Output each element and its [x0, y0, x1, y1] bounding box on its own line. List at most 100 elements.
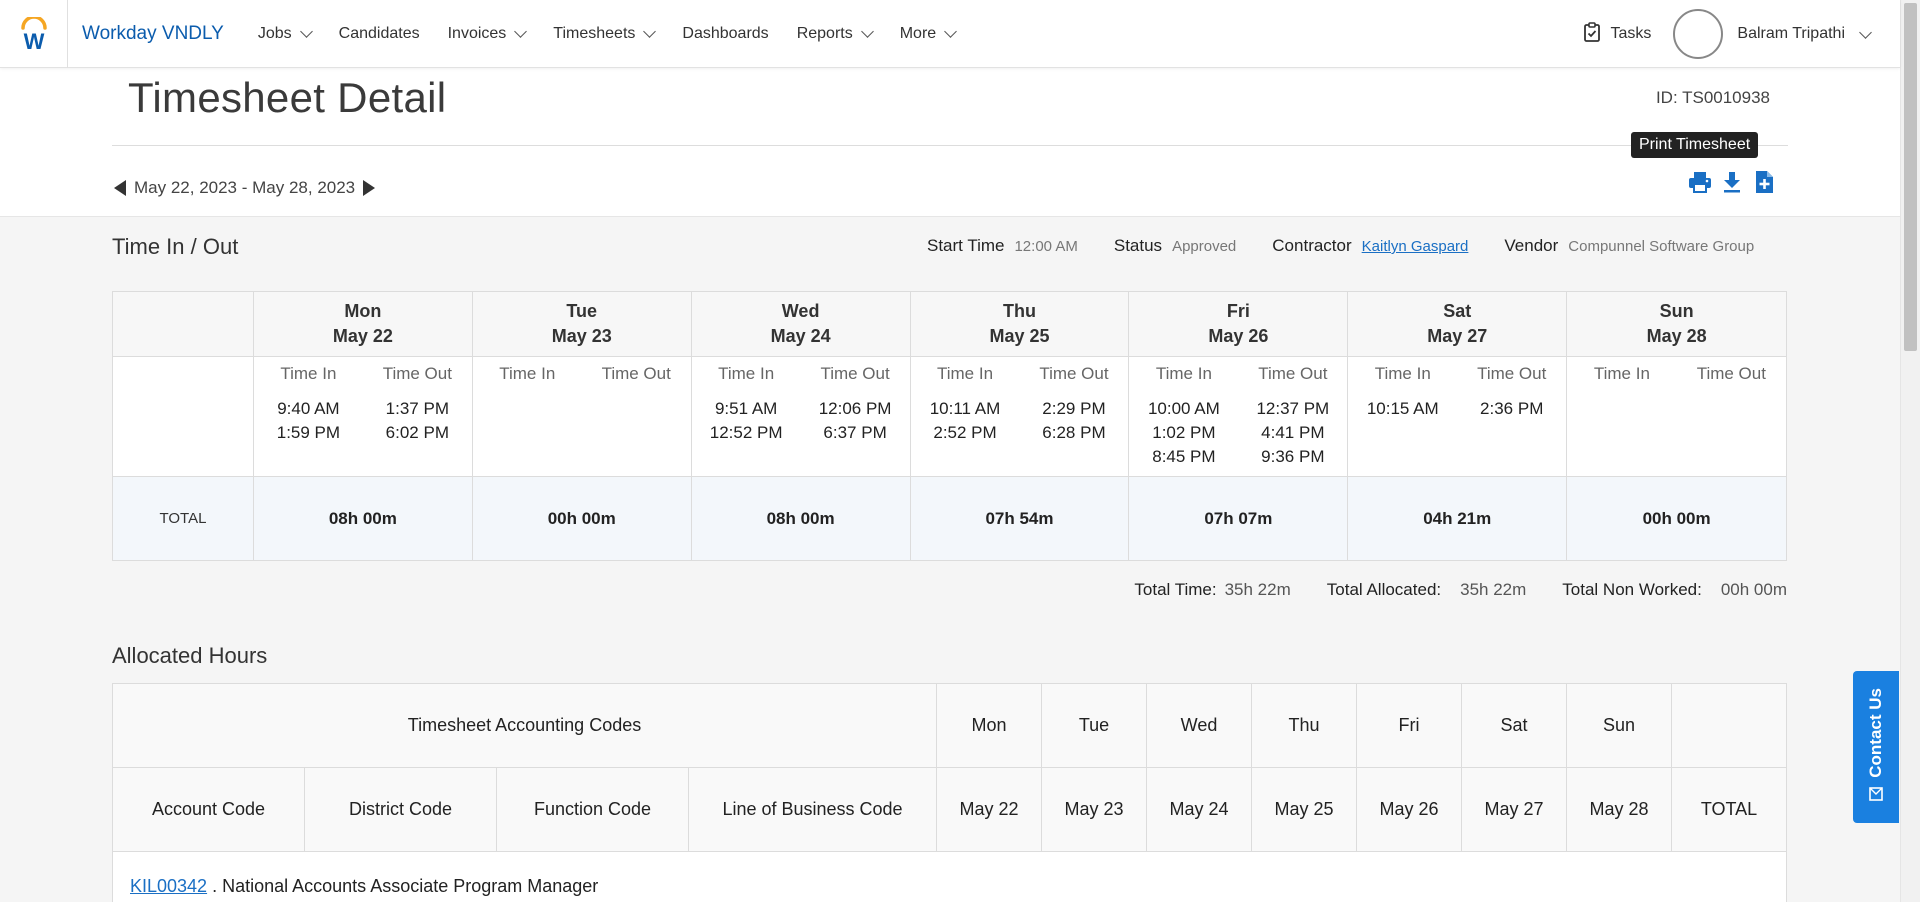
- contractor-label: Contractor: [1272, 236, 1352, 255]
- day-entries: Time In Time Out: [473, 357, 692, 476]
- time-in-value: 8:45 PM: [1152, 447, 1216, 466]
- day-name: Mon: [344, 301, 382, 321]
- day-header: Sun May 28: [1567, 292, 1786, 356]
- week-totals: Total Time: 35h 22m Total Allocated: 35h…: [1134, 580, 1787, 600]
- chevron-down-icon: [860, 25, 874, 38]
- day-name: Thu: [1002, 301, 1036, 321]
- allocated-hours-title: Allocated Hours: [112, 643, 268, 668]
- time-in-label: Time In: [1155, 364, 1212, 383]
- clipboard-check-icon: [1583, 21, 1601, 47]
- chevron-down-icon: [299, 25, 313, 38]
- time-out-value: 1:37 PM: [385, 399, 449, 418]
- workday-logo[interactable]: W: [0, 0, 68, 68]
- account-code-link[interactable]: KIL00342: [130, 876, 207, 896]
- empty-body-cell: [113, 357, 254, 476]
- time-in-value: 12:52 PM: [709, 423, 783, 442]
- day-name: Fri: [1226, 301, 1250, 321]
- time-in-label: Time In: [1374, 364, 1431, 383]
- empty-header-cell: [1672, 684, 1786, 767]
- nav-invoices[interactable]: Invoices: [447, 24, 528, 43]
- day-name: Sat: [1443, 301, 1472, 321]
- contractor-link[interactable]: Kaitlyn Gaspard: [1362, 238, 1469, 255]
- account-description: . National Accounts Associate Program Ma…: [212, 876, 599, 896]
- start-time-label: Start Time: [927, 236, 1005, 255]
- day-total: 07h 54m: [911, 477, 1130, 560]
- day-date: May 27: [1462, 768, 1567, 851]
- nav-jobs[interactable]: Jobs: [258, 25, 313, 43]
- nav-invoices-label: Invoices: [447, 24, 507, 42]
- time-out-label: Time Out: [601, 364, 671, 383]
- account-code-header: Account Code: [113, 768, 305, 851]
- status-label: Status: [1113, 236, 1163, 255]
- date-navigator: May 22, 2023 - May 28, 2023: [114, 178, 376, 198]
- day-date: May 22: [937, 768, 1042, 851]
- nav-dashboards-label: Dashboards: [682, 24, 769, 42]
- time-in-label: Time In: [280, 364, 337, 383]
- previous-week-icon[interactable]: [114, 180, 126, 196]
- day-header: Mon May 22: [254, 292, 473, 356]
- time-out-value: 9:36 PM: [1261, 447, 1325, 466]
- time-out-value: 2:36 PM: [1480, 399, 1544, 418]
- day-date: May 27: [1427, 326, 1488, 346]
- day-date: May 24: [770, 326, 831, 346]
- day-entries: Time In Time Out: [1567, 357, 1786, 476]
- day-header: Tue May 23: [473, 292, 692, 356]
- time-in-value: 9:40 AM: [277, 399, 340, 418]
- day-header: Wed May 24: [692, 292, 911, 356]
- time-in-value: 2:52 PM: [933, 423, 997, 442]
- time-in-value: 10:11 AM: [929, 399, 1001, 418]
- time-out-value: 6:28 PM: [1042, 423, 1106, 442]
- contact-us-button[interactable]: Contact Us: [1853, 671, 1899, 823]
- nav-timesheets-label: Timesheets: [553, 24, 636, 42]
- page-scrollbar[interactable]: [1900, 0, 1920, 902]
- nav-reports[interactable]: Reports: [797, 25, 874, 43]
- day-total: 08h 00m: [692, 477, 911, 560]
- total-label: TOTAL: [113, 477, 254, 560]
- day-date: May 22: [332, 326, 393, 346]
- timesheet-meta: Start Time 12:00 AM Status Approved Cont…: [927, 236, 1754, 256]
- add-document-icon[interactable]: [1752, 170, 1776, 194]
- nav-dashboards[interactable]: Dashboards: [682, 25, 768, 43]
- time-in-value: 9:51 AM: [714, 399, 778, 418]
- download-icon[interactable]: [1720, 170, 1744, 194]
- next-week-icon[interactable]: [363, 180, 376, 196]
- nav-more-label: More: [899, 24, 937, 42]
- print-icon[interactable]: [1688, 170, 1712, 194]
- user-name[interactable]: Balram Tripathi: [1737, 25, 1845, 43]
- day-date: May 24: [1147, 768, 1252, 851]
- day-total: 00h 00m: [1642, 508, 1711, 528]
- chevron-down-icon[interactable]: [1859, 25, 1872, 39]
- line-of-business-code-header: Line of Business Code: [689, 768, 937, 851]
- timesheet-id: ID: TS0010938: [1655, 88, 1770, 107]
- nav-more[interactable]: More: [899, 24, 958, 43]
- brand-name[interactable]: Workday VNDLY: [82, 23, 224, 45]
- tasks-button[interactable]: Tasks: [1583, 21, 1651, 47]
- nav-candidates[interactable]: Candidates: [339, 25, 420, 43]
- day-name: Wed: [1147, 684, 1252, 767]
- time-out-value: 6:37 PM: [823, 423, 887, 442]
- page-title: Timesheet Detail: [128, 74, 447, 121]
- avatar[interactable]: [1673, 9, 1724, 59]
- day-entries: Time In 9:51 AM 12:52 PM Time Out 12:06 PM 6…: [692, 357, 911, 476]
- vendor-label: Vendor: [1504, 236, 1559, 255]
- time-in-out-table: Mon May 22 Tue May 23 Wed May 24 Thu May 25 …: [112, 291, 1787, 561]
- total-allocated-label: Total Allocated:: [1326, 580, 1442, 599]
- start-time-value: 12:00 AM: [1014, 238, 1078, 255]
- scrollbar-thumb[interactable]: [1904, 3, 1917, 351]
- time-out-label: Time Out: [382, 364, 452, 383]
- time-in-value: 10:15 AM: [1366, 399, 1439, 418]
- account-row: KIL00342 . National Accounts Associate P…: [113, 852, 1786, 897]
- date-range: May 22, 2023 - May 28, 2023: [134, 178, 356, 197]
- envelope-icon: [1869, 787, 1883, 806]
- day-date: May 26: [1357, 768, 1462, 851]
- time-in-label: Time In: [718, 364, 775, 383]
- day-date: May 25: [1252, 768, 1357, 851]
- nav-timesheets[interactable]: Timesheets: [553, 24, 657, 43]
- status-value: Approved: [1172, 238, 1237, 255]
- day-name: Mon: [937, 684, 1042, 767]
- day-entries: Time In 10:00 AM 1:02 PM 8:45 PM Time Out 12…: [1129, 357, 1349, 476]
- time-out-label: Time Out: [1258, 364, 1328, 383]
- allocated-header-row: Timesheet Accounting Codes Mon Tue Wed T…: [113, 684, 1786, 768]
- chevron-down-icon: [643, 25, 657, 38]
- day-header: Sat May 27: [1348, 292, 1568, 356]
